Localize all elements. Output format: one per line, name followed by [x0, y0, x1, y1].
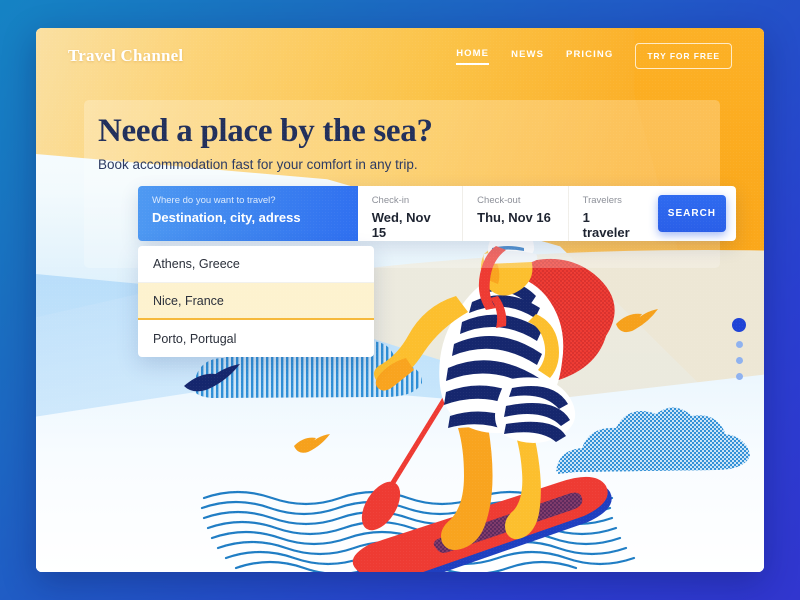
checkin-label: Check-in [371, 195, 410, 206]
hero-text: Need a place by the sea? Book accommodat… [98, 113, 718, 172]
checkin-field[interactable]: Check-in Wed, Nov 15 [358, 186, 464, 241]
page-title: Need a place by the sea? [98, 113, 433, 149]
dropdown-option-nice[interactable]: Nice, France [138, 283, 374, 320]
travelers-value: 1 traveler [582, 210, 630, 240]
pagination-dot-2[interactable] [735, 341, 743, 348]
pagination-dot-4[interactable] [735, 373, 743, 380]
destination-label: Where do you want to travel? [152, 195, 276, 206]
search-bar: Where do you want to travel? Destination… [138, 186, 736, 241]
destination-suggestions-dropdown: Athens, Greece Nice, France Porto, Portu… [138, 246, 374, 357]
nav-link-news[interactable]: NEWS [511, 49, 544, 64]
checkout-field[interactable]: Check-out Thu, Nov 16 [463, 186, 569, 241]
pagination-dot-3[interactable] [735, 357, 743, 364]
travelers-field[interactable]: Travelers 1 traveler [569, 186, 654, 241]
orange-bird-left-icon [294, 434, 330, 453]
checkout-label: Check-out [477, 195, 521, 206]
nav-link-home[interactable]: HOME [456, 48, 490, 65]
checkin-value: Wed, Nov 15 [371, 210, 431, 240]
orange-bird-right-icon [616, 309, 658, 333]
dropdown-option-athens[interactable]: Athens, Greece [138, 246, 374, 283]
brand-logo[interactable]: Travel Channel [68, 46, 183, 66]
destination-field[interactable]: Where do you want to travel? Destination… [138, 186, 358, 241]
travelers-label: Travelers [582, 195, 622, 206]
nav-link-pricing[interactable]: PRICING [566, 49, 613, 64]
landing-page-card: Travel Channel HOME NEWS PRICING TRY FOR… [36, 28, 764, 572]
checkout-value: Thu, Nov 16 [477, 210, 551, 225]
slider-pagination [732, 318, 746, 380]
try-for-free-button[interactable]: TRY FOR FREE [635, 43, 732, 69]
page-subtitle: Book accommodation fast for your comfort… [98, 156, 418, 172]
destination-value: Destination, city, adress [152, 210, 301, 225]
dropdown-option-porto[interactable]: Porto, Portugal [138, 320, 374, 357]
site-header: Travel Channel HOME NEWS PRICING TRY FOR… [36, 28, 764, 84]
dotted-cloud-icon [555, 407, 750, 474]
pagination-dot-1[interactable] [732, 318, 746, 332]
main-navigation: HOME NEWS PRICING TRY FOR FREE [456, 43, 732, 69]
search-button[interactable]: SEARCH [657, 195, 726, 232]
